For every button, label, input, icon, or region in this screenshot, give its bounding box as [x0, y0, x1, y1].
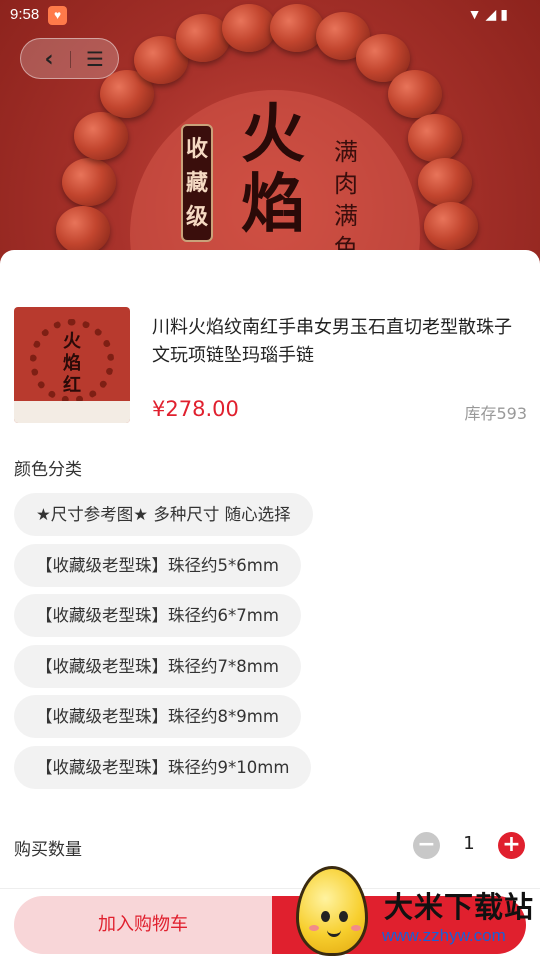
- status-time: 9:58: [10, 6, 40, 23]
- spec-option[interactable]: 【收藏级老型珠】珠径约5*6mm: [14, 543, 301, 587]
- nav-capsule: ‹ ☰: [20, 38, 119, 79]
- mascot-cheek: [351, 925, 361, 931]
- quantity-label: 购买数量: [14, 840, 82, 860]
- add-to-cart-button[interactable]: 加入购物车: [14, 896, 272, 954]
- capsule-divider: [70, 51, 71, 68]
- hero-calligraphy: 火焰: [241, 97, 305, 242]
- bead: [408, 114, 462, 162]
- quantity-increase-button[interactable]: +: [498, 832, 525, 859]
- thumbnail-info-strip: [14, 401, 130, 423]
- system-icons: ▼◢▮: [468, 6, 512, 23]
- stock-count: 库存593: [464, 404, 527, 423]
- sku-selection-sheet: 火焰红 川料火焰纹南红手串女男玉石直切老型散珠子文玩项链坠玛瑙手链 ¥278.0…: [0, 250, 540, 960]
- mascot-icon: [296, 866, 368, 956]
- spec-option[interactable]: 【收藏级老型珠】珠径约6*7mm: [14, 594, 301, 637]
- hero-stamp: 收藏级: [181, 124, 213, 242]
- mascot-cheek: [309, 925, 319, 931]
- battery-icon: ▮: [500, 6, 512, 22]
- bead: [56, 206, 110, 254]
- spec-option[interactable]: 【收藏级老型珠】珠径约9*10mm: [14, 745, 312, 789]
- mascot-eye: [339, 911, 348, 922]
- hero-vertical-text: 满肉满色: [334, 138, 358, 262]
- wifi-icon: ▼: [467, 6, 486, 22]
- spec-option[interactable]: ★尺寸参考图★ 多种尺寸 随心选择: [14, 493, 313, 536]
- status-bar: 9:58 ♥ ▼◢▮: [0, 0, 540, 32]
- bead: [418, 158, 472, 206]
- mascot-eye: [321, 911, 330, 922]
- back-icon[interactable]: ‹: [29, 39, 69, 80]
- spec-label: 颜色分类: [14, 460, 82, 480]
- quantity-value: 1: [463, 833, 475, 854]
- app-notification-icon: ♥: [48, 6, 67, 25]
- watermark-logo: 大米下载站 www.zzhyw.com: [296, 862, 540, 960]
- bead: [424, 202, 478, 250]
- spec-option[interactable]: 【收藏级老型珠】珠径约7*8mm: [14, 644, 301, 688]
- bead: [388, 70, 442, 118]
- quantity-decrease-button[interactable]: −: [413, 832, 440, 859]
- thumbnail-calligraphy: 火焰红: [63, 331, 81, 396]
- product-price: ¥278.00: [152, 397, 239, 421]
- watermark-url: www.zzhyw.com: [382, 926, 506, 945]
- spec-options: ★尺寸参考图★ 多种尺寸 随心选择 【收藏级老型珠】珠径约5*6mm 【收藏级老…: [14, 493, 526, 796]
- signal-icon: ◢: [485, 6, 501, 22]
- spec-option[interactable]: 【收藏级老型珠】珠径约8*9mm: [14, 695, 301, 738]
- product-thumbnail: 火焰红: [14, 307, 130, 423]
- menu-icon[interactable]: ☰: [75, 39, 115, 80]
- product-title: 川料火焰纹南红手串女男玉石直切老型散珠子文玩项链坠玛瑙手链: [152, 317, 512, 366]
- watermark-name: 大米下载站: [384, 890, 535, 924]
- bead: [62, 158, 116, 206]
- bead: [74, 112, 128, 160]
- mascot-mouth: [327, 929, 341, 937]
